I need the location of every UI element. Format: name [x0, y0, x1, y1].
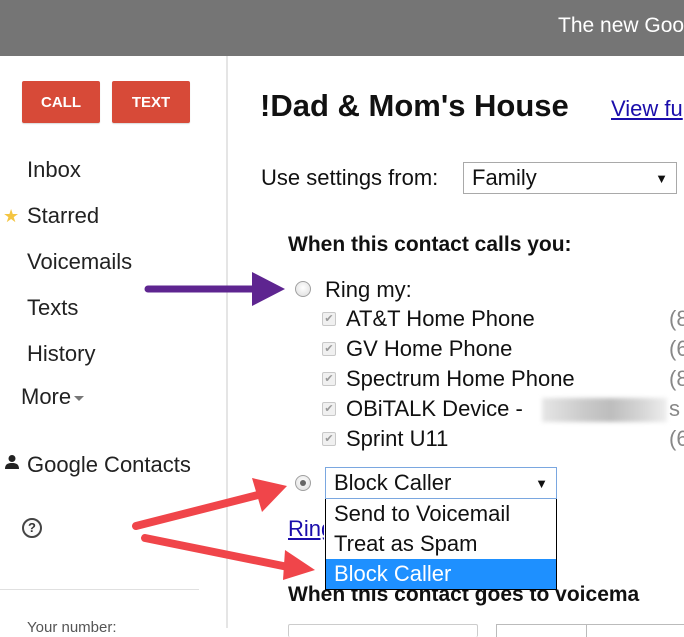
use-settings-label: Use settings from:	[261, 165, 439, 190]
person-icon	[5, 455, 19, 469]
voicemail-greeting-field[interactable]	[288, 624, 478, 637]
ring-my-label: Ring my:	[325, 277, 412, 302]
sidebar-item-starred[interactable]: Starred	[27, 203, 99, 229]
phone-row: ✔ GV Home Phone (6	[322, 336, 684, 366]
settings-group-value: Family	[472, 165, 537, 190]
divider	[586, 625, 587, 637]
caret-down-icon	[74, 395, 85, 401]
voicemail-controls[interactable]	[496, 624, 684, 637]
dropdown-arrow-icon: ▼	[655, 171, 668, 186]
dropdown-arrow-icon: ▼	[535, 476, 548, 491]
sidebar-item-inbox[interactable]: Inbox	[27, 157, 81, 183]
phone-name: Sprint U11	[346, 426, 449, 451]
redacted-blur	[542, 398, 667, 422]
phone-name: OBiTALK Device -	[346, 396, 523, 421]
phone-checkbox[interactable]: ✔	[322, 342, 336, 356]
contact-settings-panel: !Dad & Mom's House View fu Use settings …	[228, 56, 684, 637]
ring-link[interactable]: Ring	[288, 516, 324, 542]
phone-checkbox[interactable]: ✔	[322, 372, 336, 386]
text-button[interactable]: TEXT	[112, 81, 190, 123]
call-action-value: Block Caller	[334, 470, 452, 495]
phone-number: (8	[669, 366, 684, 391]
phone-number: (6	[669, 336, 684, 361]
call-action-dropdown-list: Send to Voicemail Treat as Spam Block Ca…	[325, 499, 557, 590]
sidebar: CALL TEXT Inbox ★ Starred Voicemails Tex…	[0, 56, 228, 636]
top-banner: The new Goo	[0, 0, 684, 56]
view-full-contact-link[interactable]: View fu	[611, 96, 683, 122]
phone-row: ✔ AT&T Home Phone (8	[322, 306, 684, 336]
phone-checkbox[interactable]: ✔	[322, 402, 336, 416]
phone-checkbox[interactable]: ✔	[322, 312, 336, 326]
star-icon: ★	[3, 206, 20, 226]
phone-name: AT&T Home Phone	[346, 306, 535, 331]
dropdown-option-treat-as-spam[interactable]: Treat as Spam	[326, 529, 556, 559]
sidebar-item-google-contacts[interactable]: Google Contacts	[27, 452, 191, 478]
settings-group-select[interactable]: Family ▼	[463, 162, 677, 194]
call-action-radio[interactable]	[295, 475, 311, 491]
sidebar-more-menu[interactable]: More	[21, 384, 85, 410]
phone-number: (8	[669, 306, 684, 331]
help-icon[interactable]: ?	[22, 518, 42, 538]
phone-name: GV Home Phone	[346, 336, 513, 361]
phone-checkbox[interactable]: ✔	[322, 432, 336, 446]
sidebar-divider	[0, 589, 199, 590]
phone-name: Spectrum Home Phone	[346, 366, 575, 391]
calls-section-heading: When this contact calls you:	[288, 233, 572, 256]
phone-number: s	[669, 396, 680, 421]
call-button[interactable]: CALL	[22, 81, 100, 123]
ring-my-radio[interactable]	[295, 281, 311, 297]
call-action-select[interactable]: Block Caller ▼	[325, 467, 557, 499]
banner-text: The new Goo	[558, 14, 684, 37]
phone-number: (6	[669, 426, 684, 451]
contact-title: !Dad & Mom's House	[260, 88, 569, 123]
phone-row: ✔ OBiTALK Device - s	[322, 396, 684, 426]
dropdown-option-block-caller[interactable]: Block Caller	[326, 559, 556, 589]
sidebar-item-history[interactable]: History	[27, 341, 95, 367]
sidebar-item-texts[interactable]: Texts	[27, 295, 78, 321]
phone-row: ✔ Spectrum Home Phone (8	[322, 366, 684, 396]
dropdown-option-send-to-voicemail[interactable]: Send to Voicemail	[326, 499, 556, 529]
more-label: More	[21, 384, 72, 409]
sidebar-item-voicemails[interactable]: Voicemails	[27, 249, 132, 275]
phone-row: ✔ Sprint U11 (6	[322, 426, 684, 456]
